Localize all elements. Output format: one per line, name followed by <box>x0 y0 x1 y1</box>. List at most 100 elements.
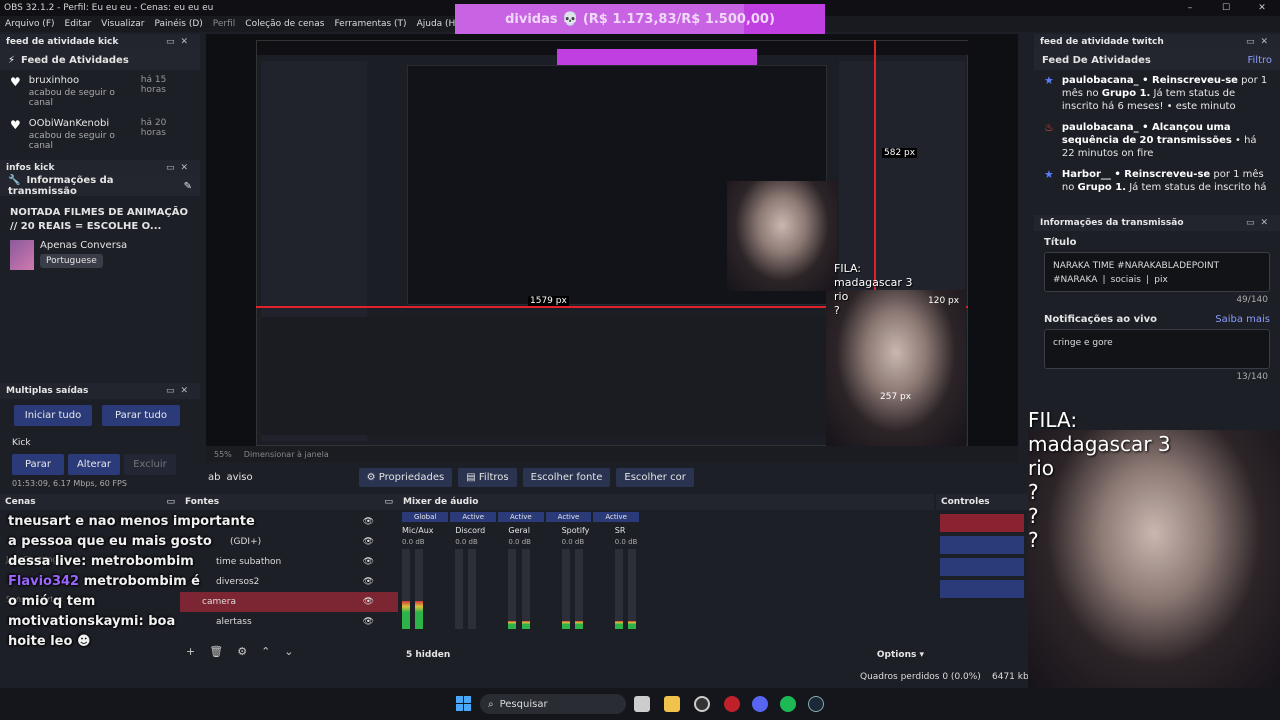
spotify-icon[interactable] <box>780 696 796 712</box>
kick-info-dock: infos kick ▭✕ 🔧 Informações da transmissã… <box>0 160 200 382</box>
discord-icon[interactable] <box>752 696 768 712</box>
close-icon[interactable]: ✕ <box>1244 0 1280 16</box>
stop-streaming-button[interactable] <box>940 514 1024 532</box>
mixer-tab-active[interactable]: Active <box>450 512 496 522</box>
eye-icon[interactable]: 👁 <box>363 557 374 567</box>
delete-button[interactable]: Excluir <box>124 454 176 475</box>
mixer-tab-active[interactable]: Active <box>498 512 544 522</box>
control-button[interactable] <box>940 580 1024 598</box>
filters-button[interactable]: ▤ Filtros <box>458 467 517 487</box>
channel-name: Mic/Aux <box>402 526 434 535</box>
twitch-feed-header: Feed De Atividades Filtro <box>1034 50 1280 70</box>
dock-controls[interactable]: ▭✕ <box>1246 37 1274 47</box>
maximize-icon[interactable]: ☐ <box>1208 0 1244 16</box>
eye-icon[interactable]: 👁 <box>363 597 374 607</box>
search-icon: ⌕ <box>488 698 494 710</box>
menu-edit[interactable]: Editar <box>60 19 97 29</box>
eye-icon[interactable]: 👁 <box>363 617 374 627</box>
kick-info-dock-header: infos kick ▭✕ <box>0 160 200 176</box>
kick-feed-title: Feed de Atividades <box>21 54 129 66</box>
volume-meter[interactable] <box>508 549 517 629</box>
edit-icon[interactable]: ✎ <box>184 181 192 192</box>
folder-icon[interactable] <box>664 696 680 712</box>
menu-tools[interactable]: Ferramentas (T) <box>329 19 411 29</box>
category-block: Apenas Conversa Portuguese <box>0 240 200 270</box>
notification-input[interactable]: cringe e gore <box>1044 329 1270 369</box>
meter-level <box>627 621 636 629</box>
chat-user: motivationskaymi <box>8 614 139 629</box>
volume-meter[interactable] <box>574 549 583 629</box>
event-text: Já tem status de inscrito há <box>1126 182 1267 193</box>
eye-icon[interactable]: 👁 <box>363 537 374 547</box>
kick-feed-dock: feed de atividade kick ▭✕ ⚡ Feed de Ativ… <box>0 34 200 159</box>
windows-start-icon[interactable] <box>456 696 472 712</box>
stop-all-button[interactable]: Parar tudo <box>102 405 180 426</box>
taskbar-search[interactable]: ⌕ Pesquisar <box>480 694 626 714</box>
resize-to-window[interactable]: Dimensionar à janela <box>244 450 329 459</box>
preview-queue-overlay: FILA: madagascar 3 rio ? <box>834 262 912 318</box>
menu-docks[interactable]: Painéis (D) <box>149 19 207 29</box>
dock-controls[interactable]: ▭✕ <box>1246 218 1274 228</box>
filter-link[interactable]: Filtro <box>1247 55 1272 66</box>
volume-meter[interactable] <box>614 549 623 629</box>
mixer-tab-active[interactable]: Active <box>545 512 592 522</box>
control-button[interactable] <box>940 558 1024 576</box>
mixer-tab-global[interactable]: Global <box>402 512 449 522</box>
event-tier: Grupo 1. <box>1077 182 1127 193</box>
chat-text: : boa <box>138 614 176 629</box>
learn-more-link[interactable]: Saiba mais <box>1215 314 1270 325</box>
choose-color-button[interactable]: Escolher cor <box>616 467 694 487</box>
menu-scene-collection[interactable]: Coleção de cenas <box>240 19 329 29</box>
dock-controls[interactable]: ▭✕ <box>166 37 194 47</box>
meter-level <box>415 601 424 629</box>
meter-level <box>508 621 517 629</box>
kick-feed-dock-title: feed de atividade kick <box>6 37 119 47</box>
event-user: Harbor__ <box>1061 169 1111 180</box>
channel-db: 0.0 dB <box>614 538 638 546</box>
nested-banner <box>557 49 757 65</box>
volume-meter[interactable] <box>468 549 477 629</box>
meter-level <box>402 601 410 629</box>
menu-profile[interactable]: Perfil <box>208 19 241 29</box>
change-button[interactable]: Alterar <box>68 454 120 475</box>
dock-float-icon[interactable]: ▭ <box>384 497 393 507</box>
menu-view[interactable]: Visualizar <box>96 19 149 29</box>
mixer-options-button[interactable]: Options ▾ <box>877 650 924 660</box>
chat-text: metrobombim é <box>83 574 200 589</box>
menu-file[interactable]: Arquivo (F) <box>0 19 60 29</box>
controls-dock: Controles <box>936 494 1028 688</box>
multi-output-dock-header: Multiplas saídas ▭✕ <box>0 383 200 399</box>
properties-button[interactable]: ⚙ Propriedades <box>358 467 453 487</box>
zoom-level[interactable]: 55% <box>214 450 232 459</box>
dock-float-icon[interactable]: ▭ <box>166 497 175 507</box>
dock-controls[interactable]: ▭✕ <box>166 163 194 173</box>
follower-name: OObiWanKenobi <box>28 118 110 129</box>
queue-item: ? <box>1028 528 1039 552</box>
preview-canvas[interactable]: 1579 px 582 px FILA: madagascar 3 rio ? … <box>206 34 1018 446</box>
volume-meter[interactable] <box>561 549 570 629</box>
event-action: • Reinscreveu-se <box>1110 169 1211 180</box>
taskview-icon[interactable] <box>634 696 650 712</box>
volume-meter[interactable] <box>402 549 410 629</box>
chat-text: tneusart e nao menos importante <box>8 514 255 529</box>
steam-icon[interactable] <box>808 696 824 712</box>
minimize-icon[interactable]: – <box>1172 0 1208 16</box>
volume-meter[interactable] <box>521 549 530 629</box>
mixer-tabs: Global Active Active Active Active <box>398 510 934 524</box>
volume-meter[interactable] <box>415 549 424 629</box>
eye-icon[interactable]: 👁 <box>363 577 374 587</box>
opera-icon[interactable] <box>724 696 740 712</box>
control-button[interactable] <box>940 536 1024 554</box>
stop-button[interactable]: Parar <box>12 454 64 475</box>
volume-meter[interactable] <box>627 549 636 629</box>
volume-meter[interactable] <box>455 549 464 629</box>
eye-icon[interactable]: 👁 <box>363 517 374 527</box>
start-all-button[interactable]: Iniciar tudo <box>14 405 92 426</box>
choose-source-button[interactable]: Escolher fonte <box>522 467 611 487</box>
stream-title-input[interactable]: NARAKA TIME #NARAKABLADEPOINT #NARAKA ❘ … <box>1044 252 1270 292</box>
dock-controls[interactable]: ▭✕ <box>166 386 194 396</box>
chevron-down-icon[interactable]: ⌄ <box>284 645 293 658</box>
mixer-tab-active[interactable]: Active <box>593 512 639 522</box>
hidden-count[interactable]: 5 hidden <box>406 650 450 660</box>
obs-icon[interactable] <box>694 696 710 712</box>
